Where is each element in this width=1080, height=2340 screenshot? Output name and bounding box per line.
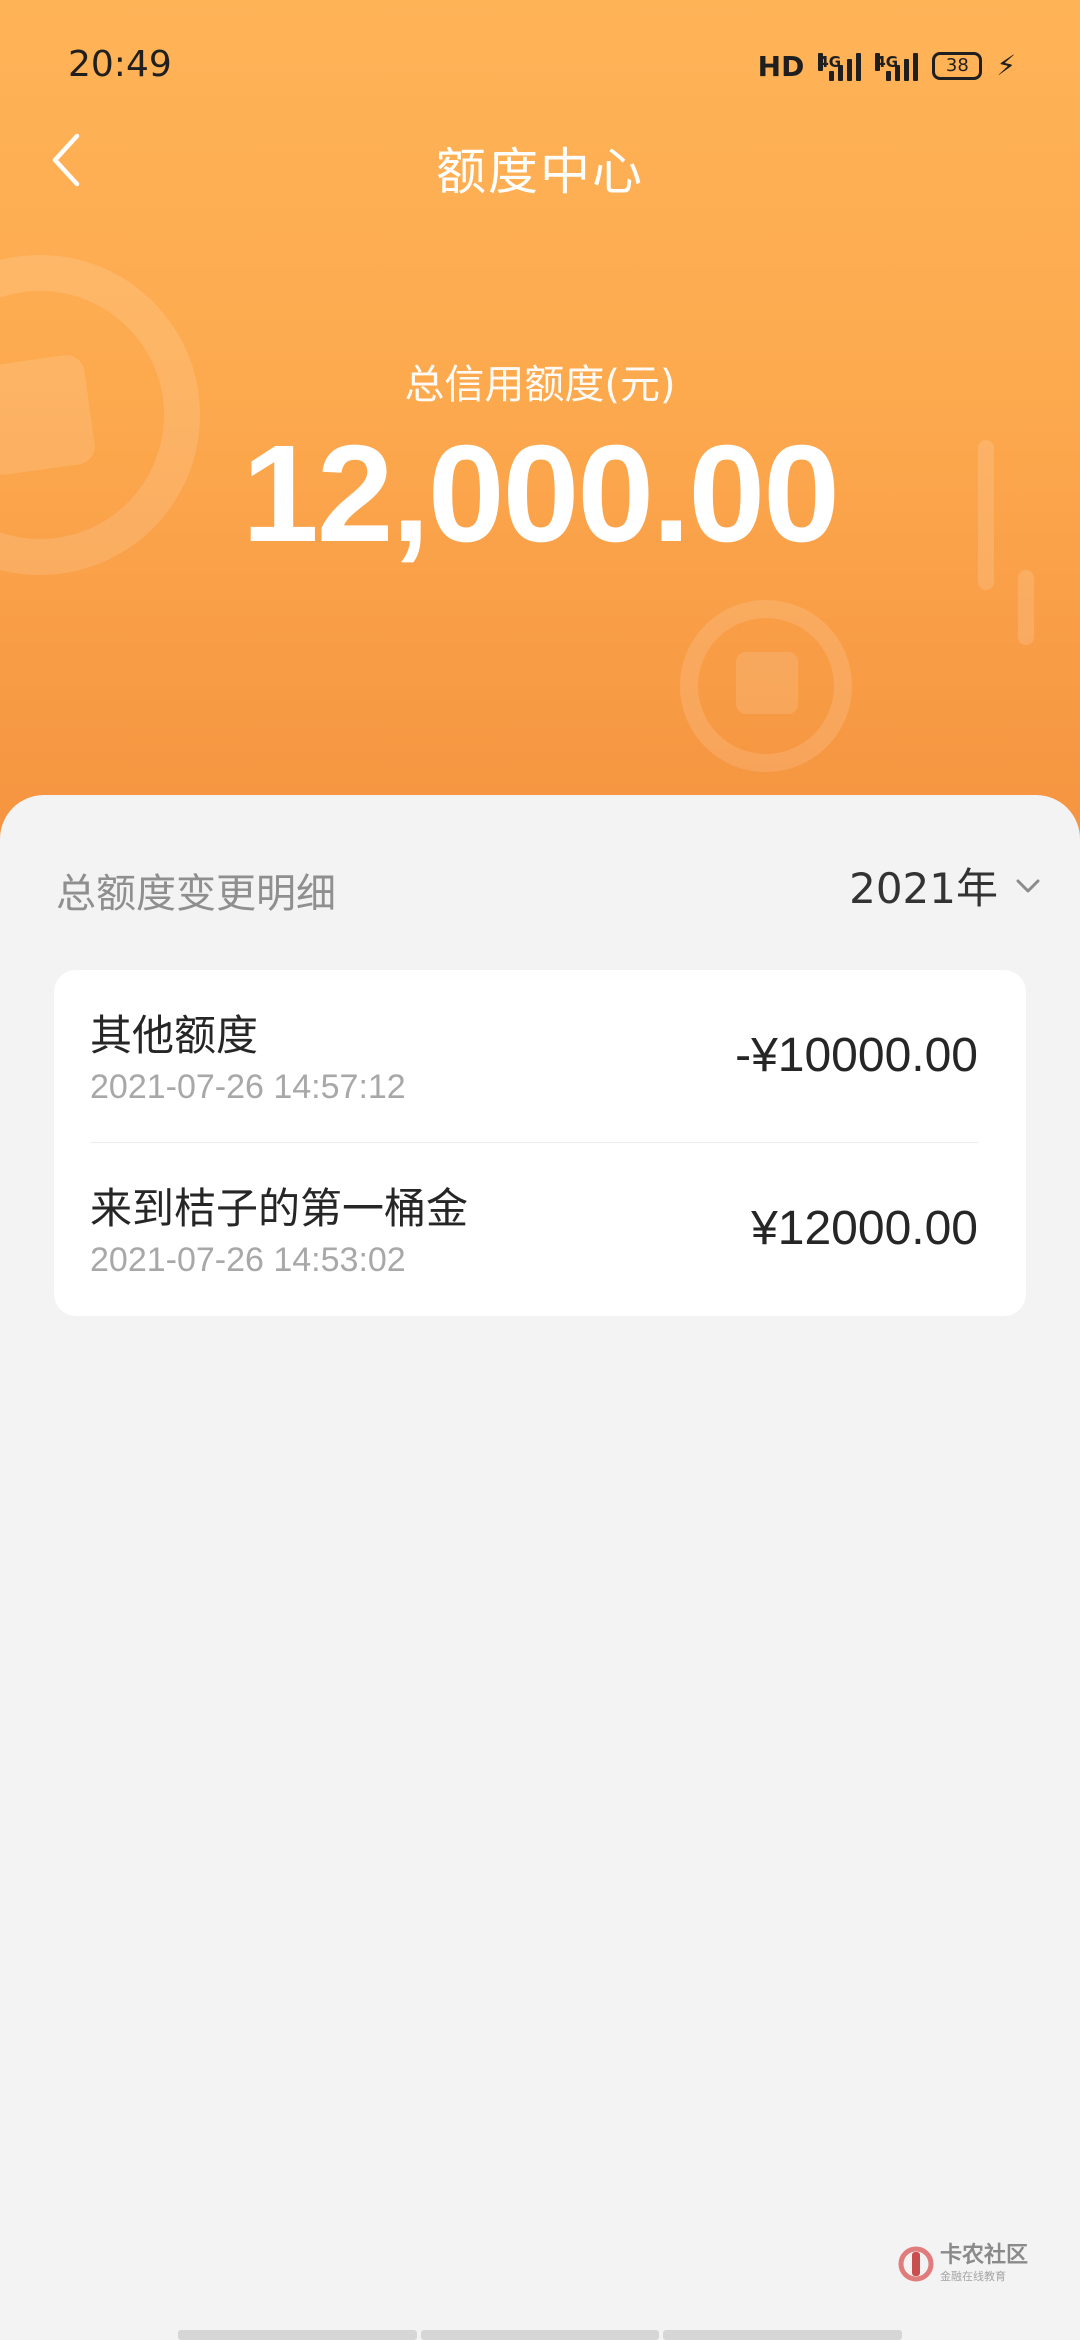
bar-decoration bbox=[1018, 570, 1034, 645]
signal-icon: 4G bbox=[875, 51, 919, 81]
record-title: 其他额度 bbox=[90, 1011, 259, 1060]
status-bar: 20:49 HD 4G 4G 38 ⚡ bbox=[0, 0, 1080, 130]
total-credit-label: 总信用额度(元) bbox=[404, 362, 676, 408]
home-indicator[interactable] bbox=[178, 2330, 903, 2340]
page-title: 额度中心 bbox=[436, 143, 644, 201]
year-filter-dropdown[interactable]: 2021年 bbox=[849, 855, 1040, 916]
watermark-text: 卡农社区 金融在线教育 bbox=[940, 2243, 1029, 2283]
signal-icon: 4G bbox=[818, 51, 862, 81]
credit-center-screen: 20:49 HD 4G 4G 38 ⚡ 额度中心 总信用额度(元) 12,000… bbox=[0, 0, 1080, 2340]
kanong-logo-icon bbox=[898, 2246, 934, 2281]
battery-icon: 38 bbox=[932, 52, 983, 80]
total-credit-amount: 12,000.00 bbox=[242, 417, 840, 571]
record-amount: ¥12000.00 bbox=[751, 1202, 978, 1255]
network-type-label: 4G bbox=[818, 53, 842, 71]
watermark-name: 卡农社区 bbox=[940, 2243, 1029, 2268]
list-item[interactable]: 其他额度 2021-07-26 14:57:12 -¥10000.00 bbox=[54, 970, 1026, 1143]
records-card: 其他额度 2021-07-26 14:57:12 -¥10000.00 来到桔子… bbox=[54, 970, 1026, 1316]
record-title: 来到桔子的第一桶金 bbox=[90, 1184, 469, 1233]
details-sheet: 总额度变更明细 2021年 其他额度 2021-07-26 14:57:12 -… bbox=[0, 795, 1080, 2340]
section-title: 总额度变更明细 bbox=[56, 871, 336, 917]
status-time: 20:49 bbox=[68, 44, 172, 85]
chevron-down-icon bbox=[1016, 879, 1040, 892]
hd-voice-icon: HD bbox=[757, 49, 805, 83]
record-time: 2021-07-26 14:57:12 bbox=[90, 1068, 406, 1106]
record-time: 2021-07-26 14:53:02 bbox=[90, 1241, 406, 1279]
status-icons: HD 4G 4G 38 ⚡ bbox=[758, 46, 1016, 86]
list-item[interactable]: 来到桔子的第一桶金 2021-07-26 14:53:02 ¥12000.00 bbox=[54, 1143, 1026, 1316]
record-amount: -¥10000.00 bbox=[735, 1029, 978, 1082]
network-type-label: 4G bbox=[875, 53, 899, 71]
hero-header: 20:49 HD 4G 4G 38 ⚡ 额度中心 总信用额度(元) 12,000… bbox=[0, 0, 1080, 840]
watermark-logo: 卡农社区 金融在线教育 bbox=[898, 2245, 1028, 2282]
year-filter-label: 2021年 bbox=[849, 864, 998, 913]
charging-bolt-icon: ⚡ bbox=[996, 49, 1016, 82]
watermark-subtitle: 金融在线教育 bbox=[940, 2270, 1006, 2283]
coin-square-decoration bbox=[736, 652, 798, 714]
